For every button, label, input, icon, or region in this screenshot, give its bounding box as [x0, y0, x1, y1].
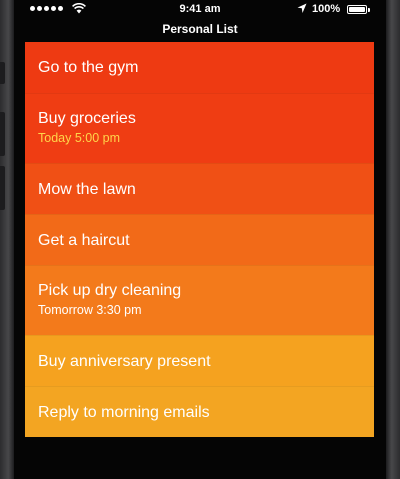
task-item[interactable]: Go to the gym — [25, 42, 374, 93]
battery-icon — [347, 5, 367, 14]
device-bezel-right — [386, 0, 400, 479]
task-item[interactable]: Buy anniversary present — [25, 335, 374, 386]
task-item[interactable]: Mow the lawn — [25, 163, 374, 214]
task-item[interactable]: Pick up dry cleaning Tomorrow 3:30 pm — [25, 265, 374, 335]
volume-down-button — [0, 166, 5, 210]
task-label: Mow the lawn — [38, 181, 136, 198]
task-label: Go to the gym — [38, 59, 139, 76]
phone-device: 9:41 am 100% Personal List Go to the gym… — [0, 0, 400, 479]
task-item[interactable]: Reply to morning emails — [25, 386, 374, 437]
list-title: Personal List — [162, 22, 238, 36]
status-bar: 9:41 am 100% — [14, 0, 386, 20]
task-label: Reply to morning emails — [38, 404, 210, 421]
task-list: Go to the gym Buy groceries Today 5:00 pm M… — [25, 42, 374, 437]
task-reminder-time: Today 5:00 pm — [38, 131, 120, 145]
location-arrow-icon — [297, 3, 307, 13]
battery-percent: 100% — [312, 3, 341, 15]
mute-switch — [0, 62, 5, 84]
battery-tip-icon — [368, 8, 370, 12]
task-label: Buy anniversary present — [38, 353, 211, 370]
task-item[interactable]: Get a haircut — [25, 214, 374, 265]
task-reminder-time: Tomorrow 3:30 pm — [38, 303, 142, 317]
volume-up-button — [0, 112, 5, 156]
task-label: Get a haircut — [38, 232, 130, 249]
task-label: Pick up dry cleaning — [38, 282, 182, 299]
task-item[interactable]: Buy groceries Today 5:00 pm — [25, 93, 374, 163]
task-label: Buy groceries — [38, 110, 136, 127]
app-screen: 9:41 am 100% Personal List Go to the gym… — [14, 0, 386, 479]
